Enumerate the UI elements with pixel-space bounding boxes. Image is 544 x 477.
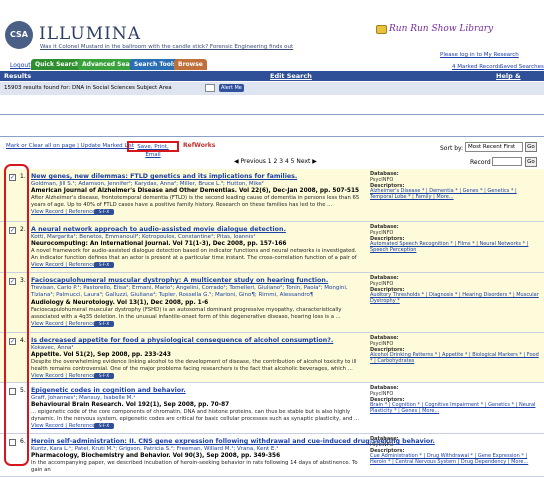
result-record: ✓ 2. A neural network approach to audio-as… [0,222,544,272]
record-authors[interactable]: Kokavec, Anna¹ [31,345,74,351]
descriptors-links[interactable]: Alzheimer's Disease * | Dementia * | Gen… [370,189,540,201]
record-links[interactable]: View Record | References | [31,373,102,379]
sfx-button[interactable]: S·F·X [94,321,114,327]
header: CSA ILLUMINA Was it Colonel Mustard in t… [0,0,544,58]
record-links[interactable]: View Record | References | [31,209,102,215]
result-record: ✓ 3. Facioscapulohumeral muscular dystroph… [0,273,544,332]
record-database-info: Database: PsycINFO Descriptors: Alcohol Dri… [370,335,540,365]
record-abstract: Facioscapulohumeral muscular dystrophy (… [31,307,342,320]
record-title-link[interactable]: A neural network approach to audio-assis… [31,226,286,233]
tagline-link[interactable]: Was it Colonel Mustard in the ballroom w… [40,44,293,50]
results-bar: Results Edit Search Help & Support [0,71,544,88]
result-record: ✓ 1. New genes, new dilemmas: FTLD genetic… [0,169,544,221]
nav-tab[interactable]: Quick Search [31,59,84,70]
logout-link[interactable]: Logout [10,62,31,69]
library-icon [376,25,387,34]
result-record: 6. Heroin self-administration: II. CNS ge… [0,434,544,476]
marked-records-link[interactable]: 4 Marked Records [452,64,501,70]
sort-label: Sort by: [440,145,464,152]
descriptors-links[interactable]: Automated Speech Recognition * | Films *… [370,242,540,254]
subject-area-dropdown[interactable] [205,84,215,92]
descriptors-links[interactable]: Brain * | Cognition * | Cognitive Impair… [370,403,540,415]
alert-me-button[interactable]: Alert Me [219,84,244,92]
source-tabs: Published Works 15902Scholars 1260Web Si… [0,99,544,215]
record-database-info: Database: PsycINFO Descriptors: Brain * | C… [370,385,540,415]
edit-search-link[interactable]: Edit Search [270,72,312,80]
record-title-link[interactable]: Epigenetic codes in cognition and behavi… [31,387,186,394]
record-database-info: Database: PsycINFO Descriptors: Auditory Th… [370,275,540,305]
save-print-email-label[interactable]: Save, Print, Email [137,144,168,158]
refworks-link[interactable]: RefWorks [183,142,215,149]
nav-tab[interactable]: Search Tools [130,59,181,70]
sfx-button[interactable]: S·F·X [94,262,114,268]
sfx-button[interactable]: S·F·X [94,423,114,429]
descriptors-links[interactable]: Cue Administration * | Drug Withdrawal *… [370,454,540,466]
record-title-link[interactable]: New genes, new dilemmas: FTLD genetics a… [31,173,297,180]
record-source: Behavioural Brain Research. Vol 192(1), … [31,402,230,408]
record-title-link[interactable]: Is decreased appetite for food a physiol… [31,337,333,344]
library-name[interactable]: Run Run Show Library [389,24,493,34]
sfx-button[interactable]: S·F·X [94,373,114,379]
refworks-label[interactable]: RefWorks [183,142,215,149]
record-database-info: Database: PsycINFO Descriptors: Alzheimer's… [370,171,540,201]
saved-searches-link[interactable]: Saved Searches [500,64,544,70]
record-links[interactable]: View Record | References | [31,423,102,429]
record-number-input[interactable] [492,157,522,166]
sort-go-button[interactable]: Go [525,142,537,152]
checkbox-highlight [4,164,29,466]
record-links[interactable]: View Record | References | [31,321,102,327]
record-abstract: ... epigenetic code of the core componen… [31,409,360,422]
record-authors[interactable]: Kuntz, Kara L.¹; Patel, Kruti M.¹; Grigs… [31,446,278,452]
descriptors-links[interactable]: Alcohol Drinking Patterns * | Appetite *… [370,353,540,365]
record-links[interactable]: View Record | References | [31,262,102,268]
record-database-info: Database: PsycINFO Descriptors: Automated S… [370,224,540,254]
record-abstract: Despite the overwhelming evidence linkin… [31,359,357,372]
mark-clear-links[interactable]: Mark or Clear all on page | Update Marke… [6,143,134,149]
result-record: 5. Epigenetic codes in cognition and beha… [0,383,544,433]
record-source: Neurocomputing: An International Journal… [31,241,287,247]
results-summary: 15903 results found for: DNA in Social S… [0,82,544,95]
sort-select[interactable]: Most Recent First [465,142,523,152]
brand-name: ILLUMINA [39,24,141,44]
results-title: Results [4,72,32,80]
publication-type-tabs: All Publication Types 15902Journals 1364… [0,124,544,261]
record-authors[interactable]: Trevisan, Carlo P.¹; Pastorello, Elisa²;… [31,285,361,298]
record-go-button[interactable]: Go [525,157,537,167]
pagination[interactable]: ◀ Previous 1 2 3 4 5 Next ▶ [234,158,317,165]
record-title-link[interactable]: Facioscapulohumeral muscular dystrophy: … [31,277,328,284]
sfx-button[interactable]: S·F·X [94,209,114,215]
record-authors[interactable]: Graff, Johannes¹; Mansuy, Isabelle M.¹ [31,395,135,401]
results-count-text: 15903 results found for: DNA in Social S… [4,85,172,91]
result-record: ✓ 4. Is decreased appetite for food a phys… [0,333,544,382]
descriptors-links[interactable]: Auditory Thresholds * | Diagnosis * | He… [370,293,540,305]
record-authors[interactable]: Kotti, Margarita¹; Benetos, Emmanouil²; … [31,234,255,240]
record-database-info: Database: PsycINFO Descriptors: Cue Adminis… [370,436,540,466]
nav-tab[interactable]: Browse [174,59,207,70]
record-abstract: In the accompanying paper, we described … [31,460,358,473]
record-source: American Journal of Alzheimer's Disease … [31,188,360,194]
record-abstract: After Alzheimer's disease, frontotempora… [31,195,360,208]
save-print-email-button[interactable]: Save, Print, Email [127,141,179,158]
login-link[interactable]: Please log in to My Research [440,52,519,58]
csa-logo[interactable]: CSA [5,21,33,49]
record-source: Audiology & Neurotology. Vol 13(1), Dec … [31,300,209,306]
record-source: Appetite. Vol 51(2), Sep 2008, pp. 233-2… [31,352,171,358]
record-source: Pharmacology, Biochemistry and Behavior.… [31,453,281,459]
record-authors[interactable]: Goldman, Jill S.¹; Adamson, Jennifer²; K… [31,181,264,187]
